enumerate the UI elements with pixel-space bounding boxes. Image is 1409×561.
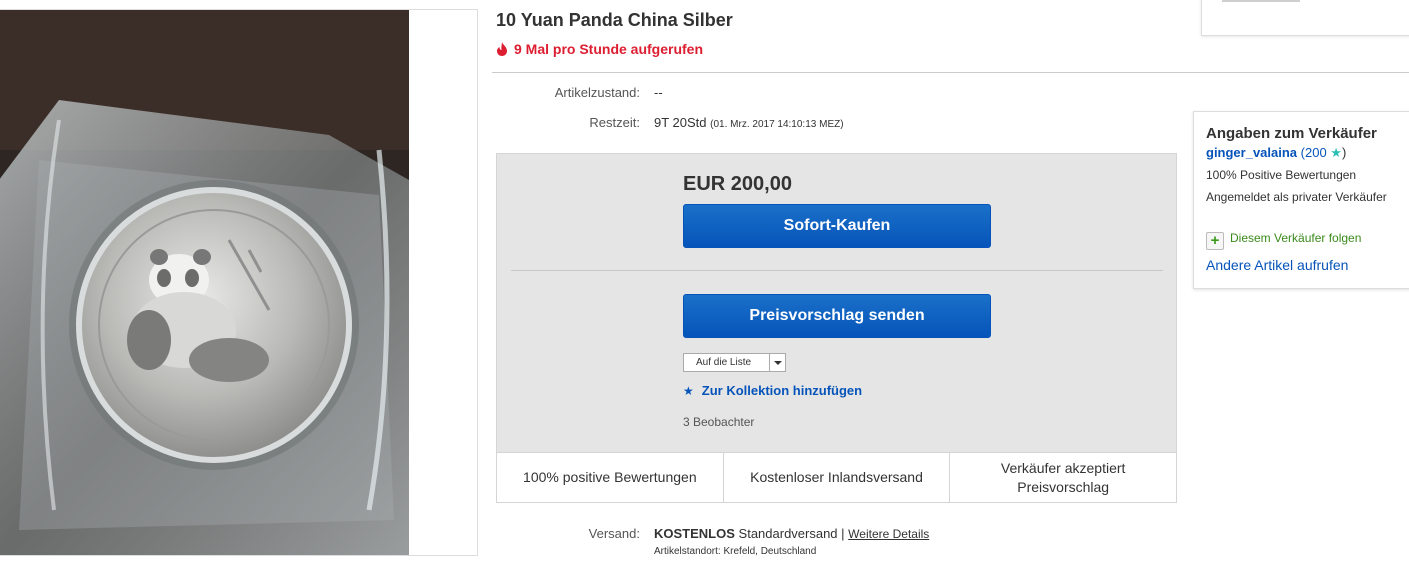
features-bar: 100% positive Bewertungen Kostenloser In… <box>497 452 1176 502</box>
add-to-list-label: Auf die Liste <box>696 357 752 368</box>
seller-heading: Angaben zum Verkäufer <box>1206 125 1377 142</box>
follow-seller-label: Diesem Verkäufer folgen <box>1230 231 1362 245</box>
condition-label: Artikelzustand: <box>554 85 640 100</box>
time-left-text: 9T 20Std <box>654 115 707 130</box>
title-divider <box>492 72 1409 73</box>
seller-name-row: ginger_valaina (200 ★) <box>1206 145 1346 161</box>
flame-icon <box>497 42 507 56</box>
feature-free-shipping: Kostenloser Inlandsversand <box>724 453 951 502</box>
views-notice: 9 Mal pro Stunde aufgerufen <box>496 41 703 57</box>
feedback-score-open[interactable]: (200 <box>1297 145 1330 160</box>
shipping-method: Standardversand | <box>738 526 845 541</box>
seller-type: Angemeldet als privater Verkäufer <box>1206 190 1387 204</box>
feature-best-offer: Verkäufer akzeptiert Preisvorschlag <box>1000 459 1126 495</box>
free-shipping-text: KOSTENLOS <box>654 526 735 541</box>
top-right-panel <box>1201 0 1409 36</box>
seller-name-link[interactable]: ginger_valaina <box>1206 145 1297 160</box>
add-to-collection-link[interactable]: ★ Zur Kollektion hinzufügen <box>683 383 862 398</box>
purchase-box: EUR 200,00 Sofort-Kaufen Preisvorschlag … <box>496 153 1177 503</box>
seller-panel: Angaben zum Verkäufer ginger_valaina (20… <box>1193 111 1409 289</box>
buy-now-button[interactable]: Sofort-Kaufen <box>683 204 991 248</box>
condition-value: -- <box>654 85 663 100</box>
plus-icon[interactable]: + <box>1206 232 1224 250</box>
feedback-score-close: ) <box>1341 145 1347 160</box>
item-image-frame <box>0 9 478 556</box>
shipping-value: KOSTENLOS Standardversand | Weitere Deta… <box>654 526 929 541</box>
time-left-label: Restzeit: <box>589 115 640 130</box>
time-left-value: 9T 20Std (01. Mrz. 2017 14:10:13 MEZ) <box>654 115 844 130</box>
make-offer-button[interactable]: Preisvorschlag senden <box>683 294 991 338</box>
item-photo[interactable] <box>0 10 409 555</box>
shipping-label: Versand: <box>588 526 640 541</box>
thumbnail-image[interactable] <box>1222 0 1300 2</box>
star-icon: ★ <box>683 384 694 398</box>
feature-positive-feedback: 100% positive Bewertungen <box>497 453 724 502</box>
follow-seller-link[interactable]: + Diesem Verkäufer folgen <box>1206 231 1361 250</box>
other-items-link[interactable]: Andere Artikel aufrufen <box>1206 257 1348 273</box>
item-location: Artikelstandort: Krefeld, Deutschland <box>654 546 817 557</box>
teal-star-icon: ★ <box>1330 145 1342 160</box>
shipping-details-link[interactable]: Weitere Details <box>848 527 929 541</box>
buybox-divider <box>511 270 1163 271</box>
seller-positive-feedback: 100% Positive Bewertungen <box>1206 168 1357 182</box>
end-date: (01. Mrz. 2017 14:10:13 MEZ) <box>710 119 844 130</box>
price: EUR 200,00 <box>683 173 792 195</box>
add-to-collection-label: Zur Kollektion hinzufügen <box>701 383 863 398</box>
add-to-list-select[interactable]: Auf die Liste <box>683 353 786 372</box>
views-text: 9 Mal pro Stunde aufgerufen <box>514 41 704 57</box>
item-title: 10 Yuan Panda China Silber <box>496 10 733 30</box>
watcher-count: 3 Beobachter <box>683 415 755 429</box>
dropdown-arrow-icon[interactable] <box>769 354 785 371</box>
